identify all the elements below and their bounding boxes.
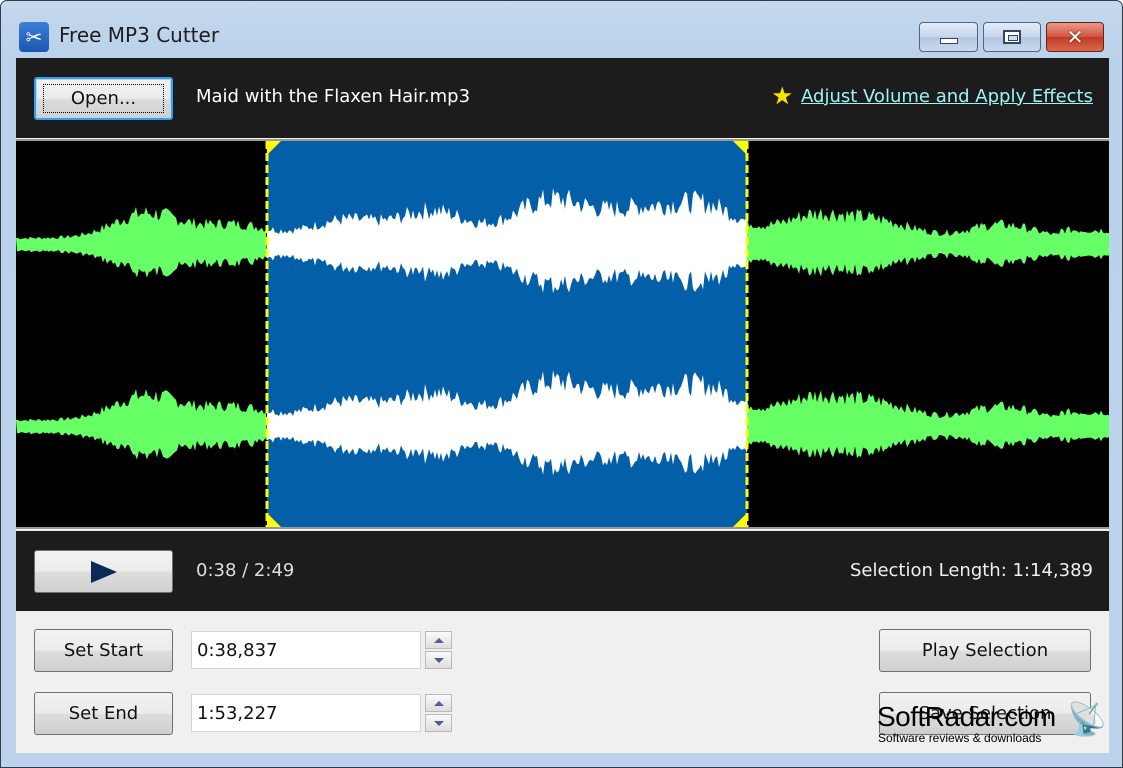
app-window: ✂ Free MP3 Cutter ✕ Open... Maid with th… xyxy=(0,0,1123,768)
star-icon: ★ xyxy=(771,82,794,110)
end-time-input[interactable] xyxy=(191,694,421,732)
maximize-button[interactable] xyxy=(983,22,1041,52)
minimize-icon xyxy=(939,38,958,44)
save-selection-label: Save Selection xyxy=(918,703,1052,724)
open-button[interactable]: Open... xyxy=(34,77,173,120)
minimize-button[interactable] xyxy=(919,22,978,52)
transport-bar: 0:38 / 2:49 Selection Length: 1:14,389 xyxy=(16,531,1109,611)
arrow-down-icon xyxy=(433,720,444,726)
scissors-icon: ✂ xyxy=(19,22,49,52)
start-increment-button[interactable] xyxy=(425,631,452,649)
play-button[interactable] xyxy=(34,550,173,593)
selection-region xyxy=(267,141,747,527)
play-selection-label: Play Selection xyxy=(921,640,1049,661)
play-selection-button[interactable]: Play Selection xyxy=(879,629,1091,672)
arrow-up-icon xyxy=(433,700,444,706)
save-selection-button[interactable]: Save Selection xyxy=(879,692,1091,735)
start-time-input[interactable] xyxy=(191,631,421,669)
client-area: Open... Maid with the Flaxen Hair.mp3 ★ … xyxy=(16,58,1109,753)
waveform-panel[interactable] xyxy=(16,139,1109,529)
selection-length: Selection Length: 1:14,389 xyxy=(849,560,1093,581)
end-decrement-button[interactable] xyxy=(425,714,452,732)
playback-time: 0:38 / 2:49 xyxy=(196,560,295,581)
waveform-canvas[interactable] xyxy=(16,141,1109,527)
set-start-button[interactable]: Set Start xyxy=(34,629,173,672)
title-bar[interactable]: ✂ Free MP3 Cutter ✕ xyxy=(1,1,1122,57)
window-title: Free MP3 Cutter xyxy=(59,23,220,47)
file-toolbar: Open... Maid with the Flaxen Hair.mp3 ★ … xyxy=(16,58,1109,138)
open-button-label: Open... xyxy=(42,84,165,113)
end-increment-button[interactable] xyxy=(425,694,452,712)
start-time-spinner xyxy=(425,631,452,669)
adjust-volume-effects-link[interactable]: Adjust Volume and Apply Effects xyxy=(801,86,1093,107)
arrow-up-icon xyxy=(433,637,444,643)
effects-link-group[interactable]: ★ Adjust Volume and Apply Effects xyxy=(772,84,1093,108)
start-decrement-button[interactable] xyxy=(425,651,452,669)
maximize-icon xyxy=(1003,30,1021,44)
arrow-down-icon xyxy=(433,657,444,663)
set-start-label: Set Start xyxy=(63,640,144,661)
file-name: Maid with the Flaxen Hair.mp3 xyxy=(196,86,471,107)
play-icon xyxy=(90,560,117,583)
set-end-button[interactable]: Set End xyxy=(34,692,173,735)
set-end-label: Set End xyxy=(68,703,139,724)
end-time-spinner xyxy=(425,694,452,732)
close-button[interactable]: ✕ xyxy=(1046,22,1104,52)
close-icon: ✕ xyxy=(1066,25,1084,49)
